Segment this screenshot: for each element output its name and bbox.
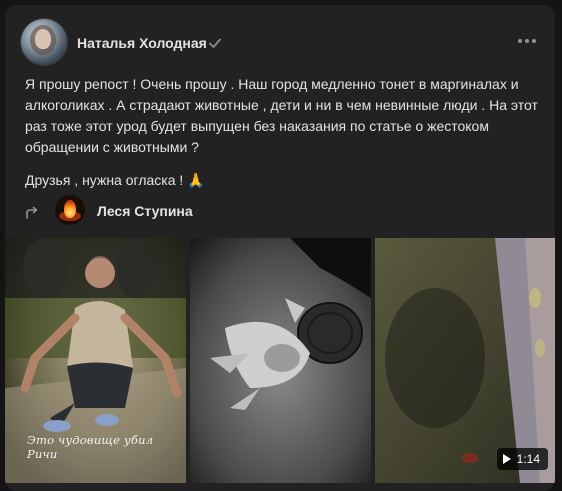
post-header: Наталья Холодная bbox=[5, 5, 555, 71]
photo-2-image bbox=[190, 238, 371, 483]
repost-icon bbox=[26, 206, 38, 219]
photo-1-caption: Это чудовище убил Ричи bbox=[27, 433, 154, 461]
post-text-paragraph: Друзья , нужна огласка ! 🙏 bbox=[25, 172, 205, 188]
play-icon bbox=[502, 454, 511, 464]
video-thumbnail-image bbox=[375, 238, 555, 483]
author-name[interactable]: Наталья Холодная bbox=[77, 35, 207, 51]
post-card: Наталья Холодная Я прошу репост ! Очень … bbox=[5, 5, 555, 491]
author-avatar[interactable] bbox=[21, 19, 67, 65]
verified-icon bbox=[209, 38, 221, 48]
media-grid: Это чудовище убил Ричи 1:14 bbox=[5, 238, 555, 491]
more-icon[interactable] bbox=[517, 38, 537, 44]
video-duration-badge: 1:14 bbox=[496, 448, 548, 470]
candle-flame bbox=[64, 200, 76, 218]
video-duration: 1:14 bbox=[516, 452, 540, 466]
avatar-face bbox=[35, 29, 51, 49]
photo-2[interactable] bbox=[190, 238, 371, 483]
video-thumbnail[interactable]: 1:14 bbox=[375, 238, 555, 483]
post-text-paragraph: Я прошу репост ! Очень прошу . Наш город… bbox=[25, 76, 538, 155]
repost-avatar[interactable] bbox=[55, 195, 85, 225]
photo-1[interactable]: Это чудовище убил Ричи bbox=[5, 238, 186, 483]
post-text: Я прошу репост ! Очень прошу . Наш город… bbox=[25, 74, 540, 191]
repost-author-name[interactable]: Леся Ступина bbox=[97, 203, 193, 219]
repost-source[interactable]: Леся Ступина bbox=[21, 195, 421, 231]
